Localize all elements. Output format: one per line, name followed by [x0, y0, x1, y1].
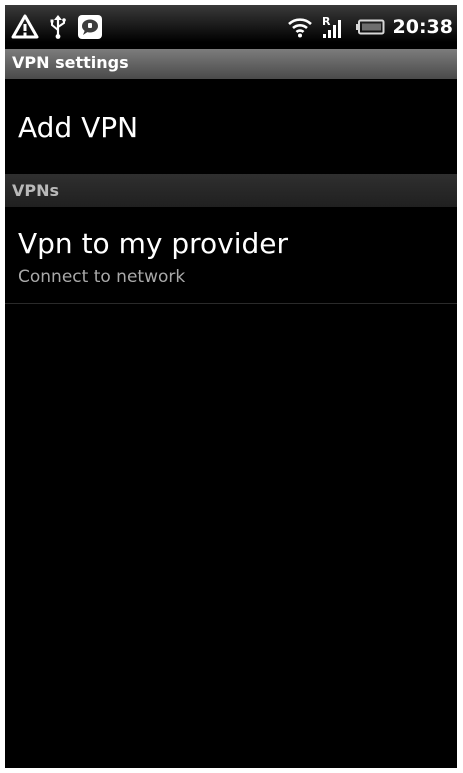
signal-icon: R: [321, 14, 347, 40]
add-vpn-item[interactable]: Add VPN: [5, 79, 457, 176]
roaming-indicator: R: [322, 15, 331, 28]
usb-icon: [49, 14, 67, 40]
wifi-icon: [287, 16, 313, 38]
section-header-label: VPNs: [12, 181, 60, 200]
status-bar-time: 20:38: [392, 16, 453, 38]
warning-icon: [11, 14, 39, 40]
phone-screen: R 20:38 VPN settings Add VPN VPNs Vpn to…: [5, 5, 457, 768]
battery-icon: [355, 19, 385, 35]
status-bar[interactable]: R 20:38: [5, 5, 457, 49]
vpn-item-title: Vpn to my provider: [18, 227, 288, 260]
add-vpn-label: Add VPN: [18, 111, 139, 144]
system-indicators: R 20:38: [287, 12, 453, 42]
page-title: VPN settings: [12, 53, 129, 72]
vpn-item-summary: Connect to network: [18, 267, 186, 287]
notification-icons: [11, 12, 103, 42]
section-header-vpns: VPNs: [5, 174, 457, 207]
title-bar: VPN settings: [5, 49, 457, 79]
chat-notification-icon: [77, 14, 103, 40]
vpn-list-item[interactable]: Vpn to my provider Connect to network: [5, 207, 457, 304]
